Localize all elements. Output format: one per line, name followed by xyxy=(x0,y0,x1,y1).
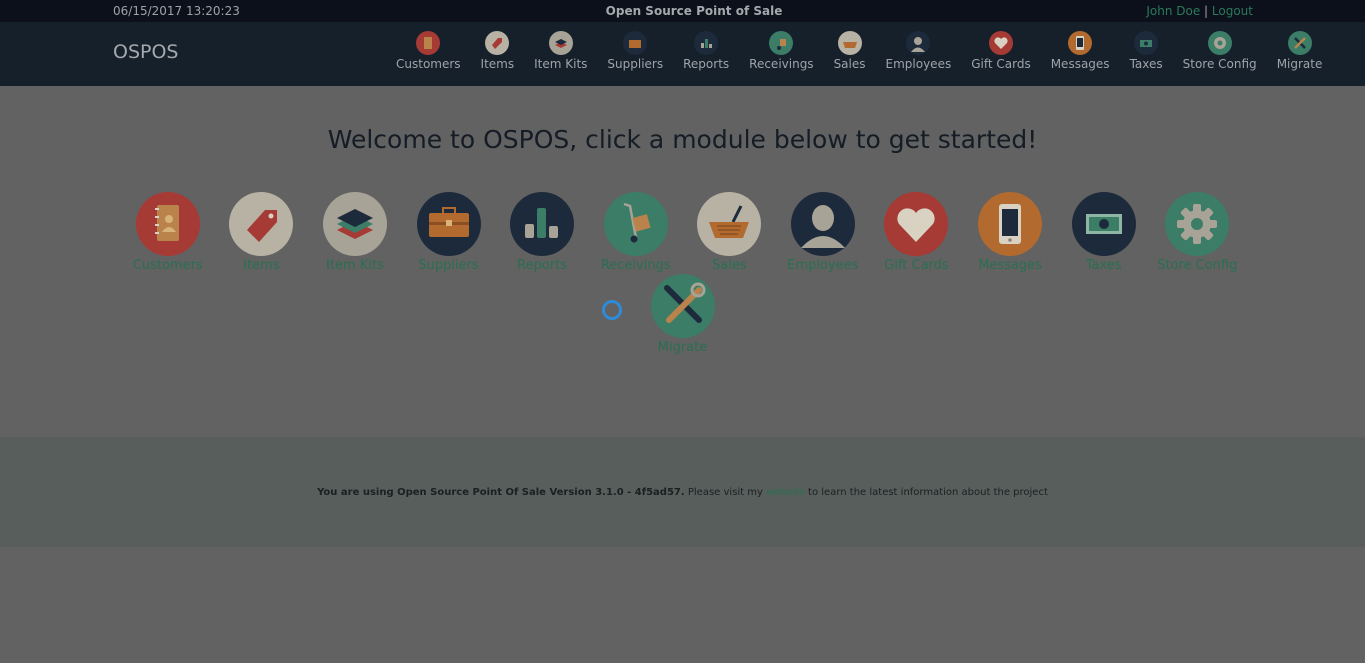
nav-store-config[interactable]: Store Config xyxy=(1173,22,1267,86)
version-text: You are using Open Source Point Of Sale … xyxy=(317,487,685,498)
top-bar: 06/15/2017 13:20:23 Open Source Point of… xyxy=(0,0,1365,22)
nav-receivings[interactable]: Receivings xyxy=(739,22,823,86)
messages-icon xyxy=(978,192,1043,256)
item-kits-icon xyxy=(322,192,387,256)
sales-icon xyxy=(837,31,862,55)
nav-gift-cards[interactable]: Gift Cards xyxy=(961,22,1041,86)
module-receivings[interactable]: Receivings xyxy=(589,192,683,274)
messages-icon xyxy=(1068,31,1093,55)
module-label: Customers xyxy=(132,258,203,273)
suppliers-icon xyxy=(623,31,648,55)
nav-items: Customers Items Item Kits Suppliers Repo… xyxy=(386,22,1332,86)
nav-messages[interactable]: Messages xyxy=(1041,22,1120,86)
module-label: Items xyxy=(243,258,280,273)
module-label: Reports xyxy=(517,258,568,273)
footer-text: You are using Open Source Point Of Sale … xyxy=(0,487,1365,498)
nav-sales[interactable]: Sales xyxy=(824,22,876,86)
module-employees[interactable]: Employees xyxy=(776,192,870,274)
nav-label: Migrate xyxy=(1276,57,1323,71)
item-kits-icon xyxy=(548,31,573,55)
module-grid: Customers Items Item Kits Suppliers Repo… xyxy=(120,192,1245,356)
gift-cards-icon xyxy=(884,192,949,256)
module-suppliers[interactable]: Suppliers xyxy=(402,192,496,274)
user-name-link[interactable]: John Doe xyxy=(1146,4,1200,18)
user-links: John Doe | Logout xyxy=(1146,4,1253,18)
module-customers[interactable]: Customers xyxy=(121,192,215,274)
after-text: to learn the latest information about th… xyxy=(804,487,1048,498)
items-icon xyxy=(229,192,294,256)
gift-cards-icon xyxy=(988,31,1013,55)
module-label: Sales xyxy=(711,258,747,273)
module-reports[interactable]: Reports xyxy=(495,192,589,274)
module-taxes[interactable]: Taxes xyxy=(1057,192,1151,274)
receivings-icon xyxy=(769,31,794,55)
reports-icon xyxy=(694,31,719,55)
nav-label: Suppliers xyxy=(607,57,664,71)
nav-item-kits[interactable]: Item Kits xyxy=(524,22,597,86)
module-messages[interactable]: Messages xyxy=(963,192,1057,274)
nav-suppliers[interactable]: Suppliers xyxy=(597,22,673,86)
nav-customers[interactable]: Customers xyxy=(386,22,471,86)
module-gift-cards[interactable]: Gift Cards xyxy=(870,192,964,274)
store-config-icon xyxy=(1207,31,1232,55)
brand-logo[interactable]: OSPOS xyxy=(113,41,179,63)
module-label: Messages xyxy=(978,258,1042,273)
module-label: Gift Cards xyxy=(884,258,949,273)
nav-items-link[interactable]: Items xyxy=(471,22,525,86)
module-migrate[interactable]: Migrate xyxy=(636,274,730,356)
loading-spinner xyxy=(602,300,622,320)
module-label: Receivings xyxy=(600,258,671,273)
sales-icon xyxy=(697,192,762,256)
module-label: Item Kits xyxy=(326,258,384,273)
nav-migrate[interactable]: Migrate xyxy=(1267,22,1333,86)
nav-reports[interactable]: Reports xyxy=(673,22,739,86)
nav-label: Reports xyxy=(683,57,730,71)
module-store-config[interactable]: Store Config xyxy=(1150,192,1244,274)
nav-label: Item Kits xyxy=(534,57,588,71)
employees-icon xyxy=(906,31,931,55)
migrate-icon xyxy=(650,274,715,338)
reports-icon xyxy=(510,192,575,256)
customers-icon xyxy=(135,192,200,256)
nav-label: Messages xyxy=(1050,57,1110,71)
welcome-heading: Welcome to OSPOS, click a module below t… xyxy=(327,125,1038,154)
logout-link[interactable]: Logout xyxy=(1212,4,1253,18)
nav-label: Items xyxy=(480,57,515,71)
module-items[interactable]: Items xyxy=(215,192,309,274)
nav-label: Customers xyxy=(396,57,461,71)
module-sales[interactable]: Sales xyxy=(683,192,777,274)
nav-taxes[interactable]: Taxes xyxy=(1120,22,1173,86)
taxes-icon xyxy=(1134,31,1159,55)
module-label: Migrate xyxy=(657,340,708,355)
customers-icon xyxy=(416,31,441,55)
website-link[interactable]: website xyxy=(766,487,805,498)
separator: | xyxy=(1200,4,1212,18)
taxes-icon xyxy=(1071,192,1136,256)
nav-label: Employees xyxy=(885,57,952,71)
nav-label: Receivings xyxy=(749,57,814,71)
footer: You are using Open Source Point Of Sale … xyxy=(0,437,1365,547)
visit-text: Please visit my xyxy=(684,487,767,498)
store-config-icon xyxy=(1165,192,1230,256)
module-label: Employees xyxy=(787,258,859,273)
suppliers-icon xyxy=(416,192,481,256)
employees-icon xyxy=(790,192,855,256)
items-icon xyxy=(485,31,510,55)
module-label: Store Config xyxy=(1157,258,1238,273)
receivings-icon xyxy=(603,192,668,256)
module-item-kits[interactable]: Item Kits xyxy=(308,192,402,274)
navbar: OSPOS Customers Items Item Kits Supplier… xyxy=(0,22,1365,86)
nav-label: Store Config xyxy=(1182,57,1257,71)
module-label: Suppliers xyxy=(418,258,479,273)
nav-employees[interactable]: Employees xyxy=(876,22,962,86)
nav-label: Gift Cards xyxy=(971,57,1031,71)
nav-label: Sales xyxy=(833,57,866,71)
module-label: Taxes xyxy=(1085,258,1122,273)
migrate-icon xyxy=(1287,31,1312,55)
nav-label: Taxes xyxy=(1129,57,1163,71)
